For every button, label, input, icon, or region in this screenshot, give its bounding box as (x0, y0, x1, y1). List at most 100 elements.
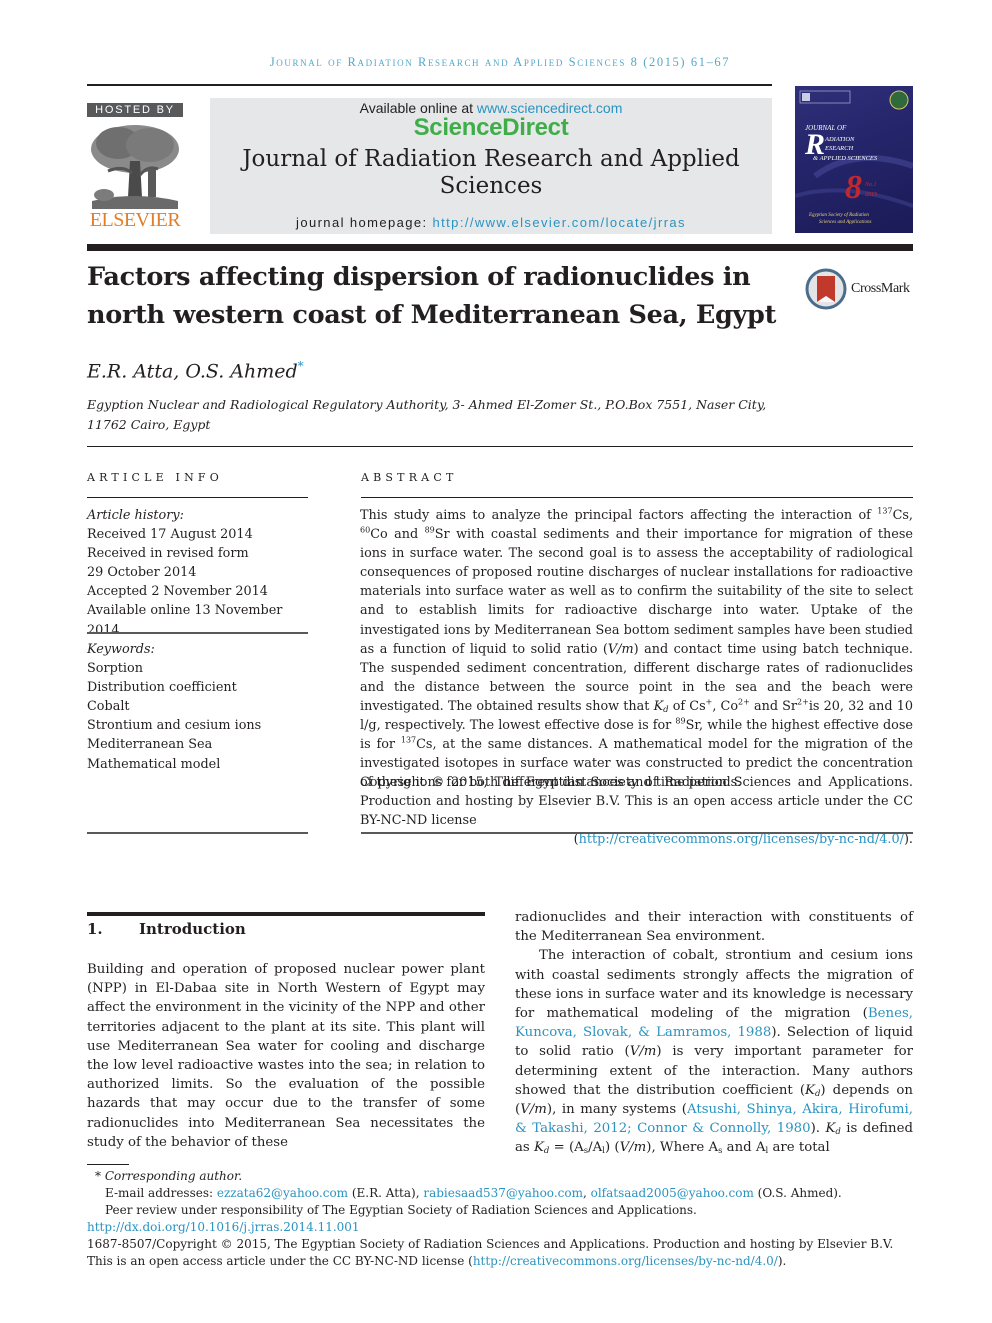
abstract-heading: ABSTRACT (361, 471, 458, 484)
isotope-mass: 60 (360, 525, 371, 535)
crossmark-label: CrossMark (851, 281, 910, 296)
issn-copyright: 1687-8507/Copyright © 2015, The Egyptian… (87, 1236, 917, 1270)
ion-charge: 2+ (797, 697, 809, 707)
cover-issue: No.1 (864, 182, 877, 188)
journal-title-line-2: Sciences (439, 173, 543, 199)
masthead-top-rule (87, 84, 772, 86)
affiliation: Egyption Nuclear and Radiological Regula… (87, 395, 807, 435)
math-v-over-m: V/m (629, 1044, 657, 1060)
article-info-divider-bottom (87, 832, 308, 834)
abstract-text-span: Cs, (892, 508, 913, 523)
footnotes: * Corresponding author. E-mail addresses… (87, 1168, 917, 1270)
abstract-copyright: Copyright © 2015, The Egyptian Society o… (360, 773, 913, 849)
body-text-span: A (708, 1140, 719, 1156)
elsevier-tree-logo-icon (88, 121, 182, 209)
cover-year: 2015 (865, 192, 877, 198)
journal-title-line-1: Journal of Radiation Research and Applie… (242, 146, 740, 172)
email-link[interactable]: rabiesaad537@yahoo.com (423, 1186, 583, 1200)
authors-text: E.R. Atta, O.S. Ahmed (87, 360, 298, 383)
ion-charge: 2+ (738, 697, 750, 707)
keyword-item: Strontium and cesium ions (87, 718, 262, 734)
abstract-text-span: This study aims to analyze the principal… (360, 508, 878, 523)
footer-license-link[interactable]: http://creativecommons.org/licenses/by-n… (473, 1254, 778, 1268)
paragraph: Building and operation of proposed nucle… (87, 962, 485, 1150)
email-owner: (E.R. Atta), (348, 1186, 424, 1200)
elsevier-wordmark: ELSEVIER (89, 209, 181, 231)
article-info-divider-middle (87, 632, 308, 634)
author-list: E.R. Atta, O.S. Ahmed* (87, 359, 304, 382)
email-link[interactable]: ezzata62@yahoo.com (217, 1186, 348, 1200)
article-history-heading: Article history: (87, 508, 184, 523)
history-item: Received 17 August 2014 (87, 527, 253, 543)
email-label: E-mail addresses: (105, 1186, 217, 1200)
math-v-over-m: V/m (520, 1102, 547, 1118)
paren: ). (777, 1254, 787, 1268)
journal-cover-image: JOURNAL OF R ADIATION ESEARCH & APPLIED … (795, 86, 913, 233)
masthead-bottom-rule (87, 244, 913, 251)
affiliation-divider (87, 446, 913, 447)
keywords: Keywords: Sorption Distribution coeffici… (87, 640, 317, 774)
body-text-span: = (A (549, 1140, 584, 1156)
cover-society-2: Sciences and Applications (819, 220, 871, 225)
corresponding-author-marker[interactable]: * (298, 359, 304, 373)
article-title-line-2: north western coast of Mediterranean Sea… (87, 300, 777, 330)
keyword-item: Cobalt (87, 699, 130, 715)
abstract-text-span: Sr with coastal sediments and their impo… (360, 527, 913, 657)
section-heading-introduction: 1. Introduction (87, 920, 246, 938)
math-kd: K (533, 1140, 544, 1156)
body-text-span: The interaction of cobalt, strontium and… (515, 948, 913, 1022)
body-text-span: ), Where (646, 1140, 709, 1156)
section-title: Introduction (139, 920, 246, 938)
email-link[interactable]: olfatsaad2005@yahoo.com (591, 1186, 754, 1200)
crossmark-button[interactable]: CrossMark (805, 268, 920, 312)
homepage-label: journal homepage: (296, 215, 433, 230)
math-kd: K (653, 698, 664, 714)
article-history: Article history: Received 17 August 2014… (87, 506, 317, 640)
math-v-over-m: V/m (607, 641, 634, 657)
body-text-span: A (592, 1140, 603, 1156)
masthead-banner: Available online at www.sciencedirect.co… (210, 98, 772, 234)
cover-adiation: ADIATION (824, 136, 855, 143)
section-number: 1. (87, 920, 103, 938)
email-owner: (O.S. Ahmed). (753, 1186, 842, 1200)
math-kd: K (805, 1082, 815, 1098)
corresponding-author-note: * Corresponding author. (87, 1168, 917, 1185)
doi-link[interactable]: http://dx.doi.org/10.1016/j.jrras.2014.1… (87, 1220, 360, 1234)
article-title-line-1: Factors affecting dispersion of radionuc… (87, 262, 751, 292)
affiliation-line-1: Egyption Nuclear and Radiological Regula… (87, 397, 767, 412)
keyword-item: Sorption (87, 661, 143, 677)
article-title: Factors affecting dispersion of radionuc… (87, 258, 787, 334)
abstract-text-span: and Sr (749, 698, 798, 714)
isotope-mass: 137 (400, 735, 417, 745)
doi-line: http://dx.doi.org/10.1016/j.jrras.2014.1… (87, 1219, 917, 1236)
cover-esearch: ESEARCH (824, 145, 853, 152)
body-column-left: Building and operation of proposed nucle… (87, 960, 485, 1152)
corresponding-author-label: Corresponding author. (104, 1169, 243, 1183)
abstract-copyright-text: Copyright © 2015, The Egyptian Society o… (360, 775, 913, 829)
body-text-span: ). (810, 1121, 826, 1137)
body-text-span: and (722, 1140, 756, 1156)
keyword-item: Mediterranean Sea (87, 737, 213, 753)
isotope-mass: 89 (424, 525, 435, 535)
abstract-divider-top (361, 497, 913, 498)
sciencedirect-logo: ScienceDirect (413, 114, 569, 141)
article-info-divider-top (87, 497, 308, 498)
separator: , (582, 1186, 591, 1200)
paragraph: The interaction of cobalt, strontium and… (515, 946, 913, 1157)
journal-homepage-line: journal homepage: http://www.elsevier.co… (210, 215, 772, 230)
body-column-right: radionuclides and their interaction with… (515, 908, 913, 1158)
history-item: Accepted 2 November 2014 (87, 584, 268, 600)
cover-applied: & APPLIED SCIENCES (813, 155, 878, 162)
paren: ). (903, 832, 913, 848)
history-item: Received in revised form (87, 546, 249, 562)
keyword-item: Distribution coefficient (87, 680, 237, 696)
journal-homepage-link[interactable]: http://www.elsevier.com/locate/jrras (433, 215, 686, 230)
cover-artwork-icon: JOURNAL OF R ADIATION ESEARCH & APPLIED … (795, 90, 913, 225)
cover-volume: 8 (845, 169, 862, 206)
abstract-license-link[interactable]: http://creativecommons.org/licenses/by-n… (579, 832, 904, 847)
body-text-span: A (755, 1140, 766, 1156)
isotope-mass: 137 (877, 506, 893, 516)
isotope-mass: 89 (675, 716, 686, 726)
affiliation-line-2: 11762 Cairo, Egypt (87, 417, 211, 432)
paragraph: radionuclides and their interaction with… (515, 910, 913, 945)
